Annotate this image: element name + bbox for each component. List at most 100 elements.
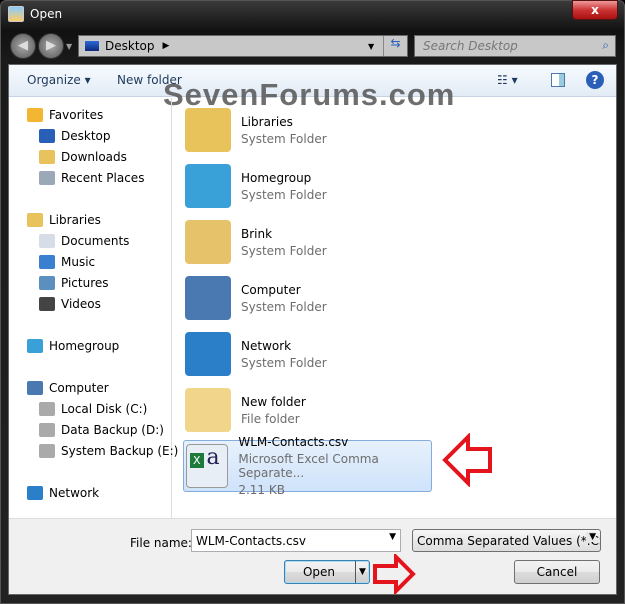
cancel-button[interactable]: Cancel [514,560,600,584]
nav-item-label: Local Disk (C:) [61,402,148,416]
open-button[interactable]: Open ▼ [284,560,370,584]
file-name-dropdown-icon[interactable]: ▼ [389,532,396,542]
file-item[interactable]: Computer System Folder [183,272,432,324]
bottom-panel: File name: WLM-Contacts.csv ▼ Comma Separ… [9,518,616,594]
drive-icon [39,423,55,437]
file-item[interactable]: Brink System Folder [183,216,432,268]
back-button[interactable]: ◀ [10,33,36,59]
file-name: Computer [241,282,301,297]
nav-item-recent-places[interactable]: Recent Places [39,171,144,185]
nav-item-computer[interactable]: Computer [27,381,109,395]
organize-button[interactable]: Organize ▾ [27,73,91,87]
libraries-icon [27,213,43,227]
file-item[interactable]: New folder File folder [183,384,432,436]
file-list: Libraries System Folder Homegroup System Fo… [179,98,617,518]
file-name: Network [241,338,292,353]
nav-item-homegroup[interactable]: Homegroup [27,339,119,353]
file-type: System Folder [241,299,327,314]
nav-item-label: Desktop [61,129,111,143]
nav-item-libraries[interactable]: Libraries [27,213,101,227]
file-type: System Folder [241,243,327,258]
open-split-dropdown-icon[interactable]: ▼ [355,561,369,583]
drive-icon [39,402,55,416]
file-type: System Folder [241,131,327,146]
documents-icon [39,234,55,248]
change-view-icon[interactable]: ☷ ▾ [497,73,518,87]
nav-item-data-backup-d[interactable]: Data Backup (D:) [39,423,164,437]
videos-icon [39,297,55,311]
file-name: Brink [241,226,273,241]
nav-item-label: Network [49,486,100,500]
file-item[interactable]: Network System Folder [183,328,432,380]
file-name: WLM-Contacts.csv [238,435,349,449]
file-item[interactable]: Libraries System Folder [183,104,432,156]
computer-icon [27,381,43,395]
file-type-select[interactable]: Comma Separated Values (*.CS ▼ [412,529,601,552]
nav-item-label: Data Backup (D:) [61,423,164,437]
file-type: File folder [241,411,300,426]
file-name-label: File name: [130,536,192,550]
nav-item-system-backup-e[interactable]: System Backup (E:) [39,444,178,458]
nav-item-local-disk-c[interactable]: Local Disk (C:) [39,402,147,416]
window-title: Open [30,7,63,21]
nav-item-music[interactable]: Music [39,255,95,269]
chevron-down-icon: ▼ [586,532,596,542]
nav-item-label: System Backup (E:) [61,444,179,458]
network-icon [27,486,43,500]
folder-icon [185,388,231,432]
annotation-arrow-left-icon [442,433,492,487]
address-bar[interactable]: Desktop ▶ ▼ ⇆ [78,35,408,57]
preview-pane-icon[interactable] [551,73,565,87]
file-name: Homegroup [241,170,312,185]
drive-icon [39,444,55,458]
nav-item-desktop[interactable]: Desktop [39,129,111,143]
homegroup-icon [185,164,231,208]
search-input[interactable]: Search Desktop ⌕ [414,35,616,57]
file-type: Microsoft Excel Comma Separate... [238,452,379,480]
nav-item-favorites[interactable]: Favorites [27,108,103,122]
computer-icon [185,276,231,320]
breadcrumb-desktop[interactable]: Desktop [105,39,155,53]
csv-file-icon: Xa [186,444,229,488]
file-item[interactable]: Homegroup System Folder [183,160,432,212]
refresh-icon[interactable]: ⇆ [383,36,407,56]
breadcrumb-chevron-icon[interactable]: ▶ [163,41,170,51]
file-name-input[interactable]: WLM-Contacts.csv ▼ [191,529,401,552]
nav-item-pictures[interactable]: Pictures [39,276,109,290]
file-item[interactable]: Xa WLM-Contacts.csv Microsoft Excel Comma … [183,435,432,497]
nav-item-documents[interactable]: Documents [39,234,129,248]
libraries-icon [185,108,231,152]
music-icon [39,255,55,269]
nav-item-label: Recent Places [61,171,145,185]
recent-places-icon [39,171,55,185]
recent-pages-dropdown[interactable]: ▼ [66,42,72,51]
pictures-icon [39,276,55,290]
file-size: 2.11 KB [238,483,285,497]
nav-item-label: Computer [49,381,109,395]
file-name: Libraries [241,114,293,129]
user-folder-icon [185,220,231,264]
dialog-body: Organize ▾ New folder ☷ ▾ ? SevenForums.… [8,64,617,595]
desktop-icon [84,40,100,52]
navigation-pane: Favorites Desktop Downloads Recent Places Li… [9,98,178,518]
nav-item-videos[interactable]: Videos [39,297,101,311]
nav-item-label: Videos [61,297,101,311]
nav-item-downloads[interactable]: Downloads [39,150,127,164]
file-type: System Folder [241,187,327,202]
nav-item-network[interactable]: Network [27,486,99,500]
nav-item-label: Pictures [61,276,109,290]
nav-item-label: Music [61,255,96,269]
network-icon [185,332,231,376]
nav-item-label: Libraries [49,213,101,227]
annotation-arrow-right-icon [373,554,416,594]
nav-item-label: Downloads [61,150,127,164]
help-icon[interactable]: ? [586,71,604,89]
downloads-folder-icon [39,150,55,164]
nav-item-label: Documents [61,234,130,248]
address-dropdown-icon[interactable]: ▼ [368,42,374,51]
forward-button[interactable]: ▶ [38,33,64,59]
file-name: New folder [241,394,306,409]
app-icon [8,6,24,22]
close-button[interactable]: x [572,0,618,20]
search-icon[interactable]: ⌕ [602,38,609,53]
